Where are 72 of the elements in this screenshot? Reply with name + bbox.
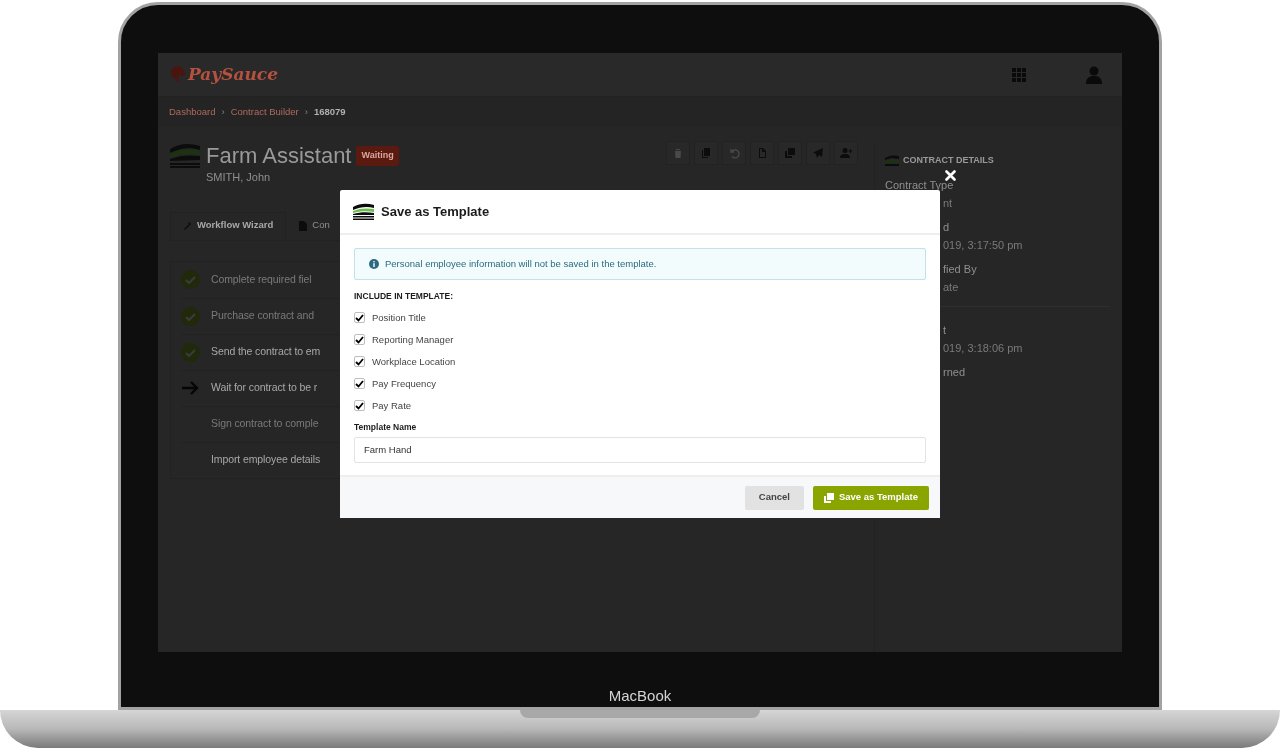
save-template-button[interactable]: Save as Template: [812, 485, 929, 510]
detail-value: ate: [943, 280, 960, 295]
detail-label: fied By: [943, 261, 978, 277]
section-label: INCLUDE IN TEMPLATE:: [354, 290, 454, 303]
check-circle-icon: [181, 270, 200, 289]
dialog-title: Save as Template: [381, 202, 490, 221]
employee-name: SMITH, John: [206, 170, 272, 185]
step-text: Import employee details: [211, 452, 321, 468]
farmers-logo-icon: [885, 155, 899, 166]
step-text: Wait for contract to be r: [211, 380, 318, 396]
checkbox-label: Pay Frequency: [372, 376, 436, 391]
trash-icon: [672, 147, 684, 159]
breadcrumb-separator: ›: [303, 104, 309, 119]
send-button[interactable]: [806, 141, 830, 165]
field-label: Template Name: [354, 420, 418, 434]
detail-label: Contract Type: [885, 179, 955, 192]
copy-icon: [700, 147, 712, 159]
breadcrumb-link[interactable]: Contract Builder: [230, 104, 299, 120]
cancel-button[interactable]: Cancel: [744, 485, 804, 510]
checkbox[interactable]: [354, 378, 365, 390]
detail-value: 019, 3:17:50 pm: [943, 238, 1024, 253]
logo-icon: [170, 65, 186, 84]
detail-value: 019, 3:18:06 pm: [943, 341, 1024, 356]
checkbox-label: Pay Rate: [372, 398, 412, 413]
breadcrumb-current: 168079: [313, 104, 346, 119]
file-icon: [756, 147, 768, 159]
info-icon: [369, 259, 379, 269]
send-icon: [812, 147, 824, 159]
tab[interactable]: Workflow Wizard: [170, 211, 287, 240]
checkbox-label: Reporting Manager: [372, 332, 454, 347]
apps-grid-icon[interactable]: [1012, 67, 1026, 82]
checkbox[interactable]: [354, 334, 365, 346]
checkbox-label: Position Title: [372, 310, 426, 325]
details-title: CONTRACT DETAILS: [903, 155, 994, 166]
file-icon: [299, 220, 308, 231]
contract-title: Farm Assistant: [206, 143, 352, 169]
step-text: Purchase contract and: [211, 308, 314, 324]
close-icon[interactable]: [945, 170, 956, 181]
user-plus-button[interactable]: [834, 141, 858, 165]
copies-icon: [823, 492, 834, 503]
app-logo[interactable]: PaySauce: [188, 61, 279, 88]
template-name-input[interactable]: Farm Hand: [354, 436, 926, 463]
checkbox[interactable]: [354, 312, 365, 324]
check-circle-icon: [181, 306, 200, 326]
farmers-logo-icon: [353, 203, 374, 220]
farmers-logo-icon: [170, 143, 200, 169]
undo-icon: [728, 147, 740, 159]
step-text: Sign contract to comple: [211, 416, 319, 432]
detail-label: t: [943, 322, 948, 338]
copies-icon: [784, 147, 796, 159]
status-badge: Waiting: [356, 146, 399, 166]
detail-label: d: [943, 219, 951, 235]
file-button[interactable]: [750, 141, 774, 165]
notice-text: Personal employee information will not be saved in the template.: [385, 256, 657, 271]
detail-label: rned: [943, 364, 967, 380]
copies-button[interactable]: [778, 141, 802, 165]
check-circle-icon: [181, 342, 200, 362]
arrow-right-icon: [181, 381, 199, 395]
breadcrumb-separator: ›: [220, 104, 226, 119]
tab[interactable]: Con: [289, 211, 340, 240]
user-plus-icon: [840, 147, 852, 159]
step-text: Complete required fiel: [211, 271, 312, 287]
wand-icon: [183, 221, 192, 230]
checkbox[interactable]: [354, 400, 365, 412]
checkbox[interactable]: [354, 356, 365, 368]
checkbox-label: Workplace Location: [372, 354, 456, 369]
device-label: MacBook: [608, 685, 672, 706]
user-icon[interactable]: [1086, 65, 1102, 84]
detail-value: nt: [943, 196, 954, 211]
step-text: Send the contract to em: [211, 344, 321, 360]
breadcrumb-link[interactable]: Dashboard: [169, 104, 216, 120]
copy-button[interactable]: [694, 141, 718, 165]
